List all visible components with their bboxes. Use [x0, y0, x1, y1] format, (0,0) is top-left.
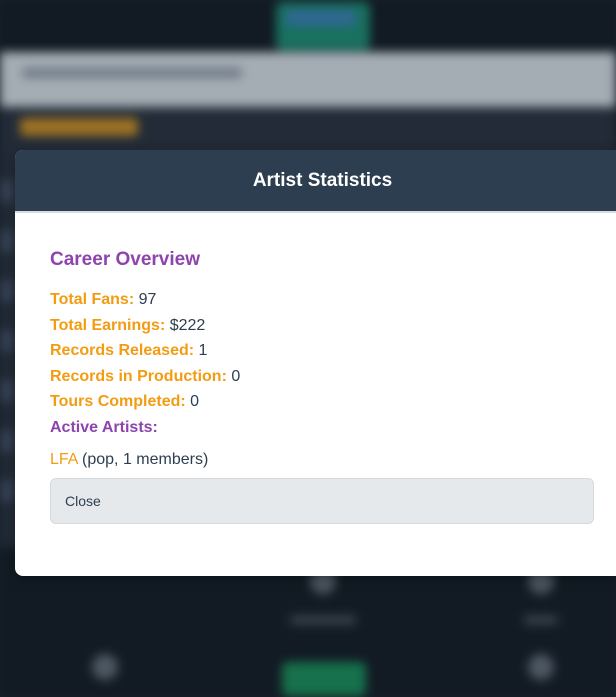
career-overview-heading: Career Overview [50, 249, 200, 270]
active-artists-label: Active Artists: [50, 418, 158, 436]
artist-details: (pop, 1 members) [82, 450, 209, 468]
stat-tours-completed: Tours Completed: 0 [50, 389, 596, 415]
stat-label: Records in Production: [50, 367, 227, 385]
artist-statistics-modal: Artist Statistics Career Overview Total … [15, 150, 616, 576]
stat-records-released: Records Released: 1 [50, 338, 596, 364]
stat-records-in-production: Records in Production: 0 [50, 364, 596, 390]
stat-label: Total Fans: [50, 291, 135, 308]
close-button-label: Close [65, 492, 101, 509]
stat-value: 97 [138, 291, 157, 308]
modal-body: Career Overview Total Fans: 97 Total Ear… [15, 213, 616, 524]
stat-value: $222 [169, 316, 206, 334]
stat-total-earnings: Total Earnings: $222 [50, 313, 596, 339]
modal-header: Artist Statistics [15, 150, 616, 213]
stat-label: Records Released: [50, 342, 195, 360]
stat-value: 0 [190, 393, 200, 411]
close-button[interactable]: Close [50, 477, 594, 524]
stat-value: 0 [231, 367, 241, 385]
modal-title: Artist Statistics [252, 169, 393, 191]
artist-name: LFA [50, 450, 78, 468]
stat-total-fans: Total Fans: 97 [50, 287, 596, 313]
active-artists-heading: Active Artists: [50, 415, 596, 441]
stat-label: Total Earnings: [50, 316, 166, 334]
artist-list-item: LFA (pop, 1 members) [50, 451, 596, 469]
stat-label: Tours Completed: [50, 393, 186, 411]
stat-value: 1 [198, 342, 208, 360]
